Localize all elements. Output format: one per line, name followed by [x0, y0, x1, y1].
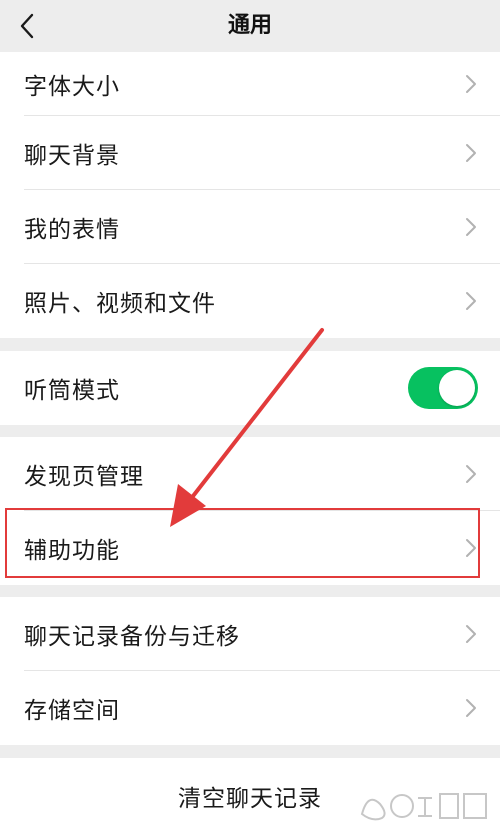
settings-item-font-size[interactable]: 字体大小	[0, 52, 500, 116]
chevron-right-icon	[466, 699, 476, 717]
settings-item-label: 辅助功能	[24, 538, 120, 564]
settings-item-storage[interactable]: 存储空间	[0, 671, 500, 745]
settings-item-chat-backup-migrate[interactable]: 聊天记录备份与迁移	[0, 597, 500, 671]
chevron-right-icon	[466, 144, 476, 162]
settings-item-chat-background[interactable]: 聊天背景	[0, 116, 500, 190]
settings-item-label: 字体大小	[24, 74, 120, 100]
settings-item-label: 发现页管理	[24, 464, 144, 490]
clear-chat-history-label: 清空聊天记录	[178, 786, 322, 812]
settings-item-label: 聊天记录备份与迁移	[24, 624, 240, 650]
clear-chat-history-button[interactable]: 清空聊天记录	[0, 758, 500, 834]
settings-item-label: 存储空间	[24, 698, 120, 724]
chevron-right-icon	[466, 218, 476, 236]
settings-item-label: 听筒模式	[24, 378, 120, 404]
chevron-right-icon	[466, 465, 476, 483]
page-title: 通用	[227, 13, 272, 38]
settings-item-earpiece-mode: 听筒模式	[0, 351, 500, 425]
nav-bar: 通用	[0, 0, 500, 52]
settings-item-label: 聊天背景	[24, 143, 120, 169]
chevron-right-icon	[466, 292, 476, 310]
settings-item-discover-management[interactable]: 发现页管理	[0, 437, 500, 511]
settings-item-accessibility[interactable]: 辅助功能	[0, 511, 500, 585]
toggle-knob	[439, 370, 475, 406]
settings-item-my-stickers[interactable]: 我的表情	[0, 190, 500, 264]
earpiece-mode-toggle[interactable]	[408, 367, 478, 409]
chevron-right-icon	[466, 625, 476, 643]
settings-item-label: 我的表情	[24, 217, 120, 243]
settings-item-label: 照片、视频和文件	[24, 291, 216, 317]
chevron-right-icon	[466, 539, 476, 557]
chevron-right-icon	[466, 75, 476, 93]
settings-item-photos-videos-files[interactable]: 照片、视频和文件	[0, 264, 500, 338]
